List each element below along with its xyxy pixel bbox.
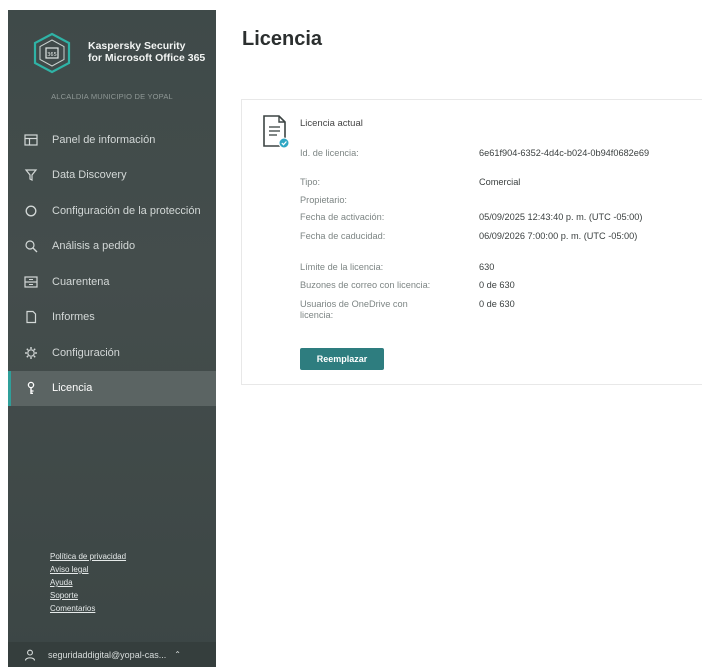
user-icon [24,649,36,661]
license-card: Licencia actual Id. de licencia: 6e61f90… [241,99,702,385]
feedback-link[interactable]: Comentarios [50,602,126,615]
page-title: Licencia [242,28,323,50]
license-limit-value: 630 [479,262,495,272]
sidebar: 365 Kaspersky Security for Microsoft Off… [8,10,216,667]
sidebar-item-panel[interactable]: Panel de información [8,122,216,158]
expiration-date-value: 06/09/2026 7:00:00 p. m. (UTC -05:00) [479,231,638,241]
owner-label: Propietario: [300,195,347,205]
activation-date-label: Fecha de activación: [300,212,385,222]
replace-button[interactable]: Reemplazar [300,348,384,370]
type-value: Comercial [479,177,521,187]
gear-icon [24,346,38,360]
sidebar-item-label: Análisis a pedido [52,240,136,253]
kaspersky-logo-icon: 365 [33,32,71,74]
licensed-onedrive-users-label: Usuarios de OneDrive con licencia: [300,299,408,320]
chevron-up-icon: ⌃ [174,650,181,659]
organization-name: ALCALDIA MUNICIPIO DE YOPAL [51,92,173,101]
sidebar-item-protection-settings[interactable]: Configuración de la protección [8,193,216,229]
licensed-onedrive-users-value: 0 de 630 [479,299,515,309]
sidebar-nav: Panel de información Data Discovery Conf… [8,122,216,406]
brand-name: Kaspersky Security for Microsoft Office … [88,40,212,64]
sidebar-item-label: Informes [52,311,95,324]
sidebar-item-label: Licencia [52,382,93,395]
type-label: Tipo: [300,177,321,187]
sidebar-item-data-discovery[interactable]: Data Discovery [8,158,216,194]
sidebar-item-settings[interactable]: Configuración [8,335,216,371]
card-title: Licencia actual [300,118,363,129]
sidebar-item-quarantine[interactable]: Cuarentena [8,264,216,300]
footer-links: Política de privacidad Aviso legal Ayuda… [50,550,126,615]
brand-line-2: for Microsoft Office 365 [88,52,206,64]
filter-icon [24,168,38,182]
search-icon [24,239,38,253]
sidebar-item-reports[interactable]: Informes [8,300,216,336]
user-account-menu[interactable]: seguridaddigital@yopal-cas... ⌃ [8,642,216,667]
license-id-label: Id. de licencia: [300,148,359,158]
sidebar-item-license[interactable]: Licencia [8,370,216,406]
licensed-mailboxes-value: 0 de 630 [479,280,515,290]
license-document-icon [263,115,290,149]
dashboard-icon [24,133,38,147]
activation-date-value: 05/09/2025 12:43:40 p. m. (UTC -05:00) [479,212,643,222]
shield-circle-icon [24,204,38,218]
sidebar-item-label: Cuarentena [52,275,110,288]
sidebar-item-label: Configuración de la protección [52,204,201,217]
sidebar-item-label: Configuración [52,346,120,359]
sidebar-item-on-demand-scan[interactable]: Análisis a pedido [8,229,216,265]
sidebar-item-label: Data Discovery [52,169,127,182]
license-id-value: 6e61f904-6352-4d4c-b024-0b94f0682e69 [479,148,650,158]
license-limit-label: Límite de la licencia: [300,262,384,272]
expiration-date-label: Fecha de caducidad: [300,231,386,241]
support-link[interactable]: Soporte [50,589,126,602]
legal-notice-link[interactable]: Aviso legal [50,563,126,576]
user-email: seguridaddigital@yopal-cas... [48,649,167,660]
brand-line-1: Kaspersky Security [88,40,186,52]
key-icon [24,381,38,395]
help-link[interactable]: Ayuda [50,576,126,589]
quarantine-icon [24,275,38,289]
licensed-mailboxes-label: Buzones de correo con licencia: [300,280,431,290]
sidebar-item-label: Panel de información [52,133,156,146]
svg-text:365: 365 [47,52,57,58]
privacy-policy-link[interactable]: Política de privacidad [50,550,126,563]
report-icon [24,310,38,324]
brand: 365 Kaspersky Security for Microsoft Off… [8,10,216,105]
